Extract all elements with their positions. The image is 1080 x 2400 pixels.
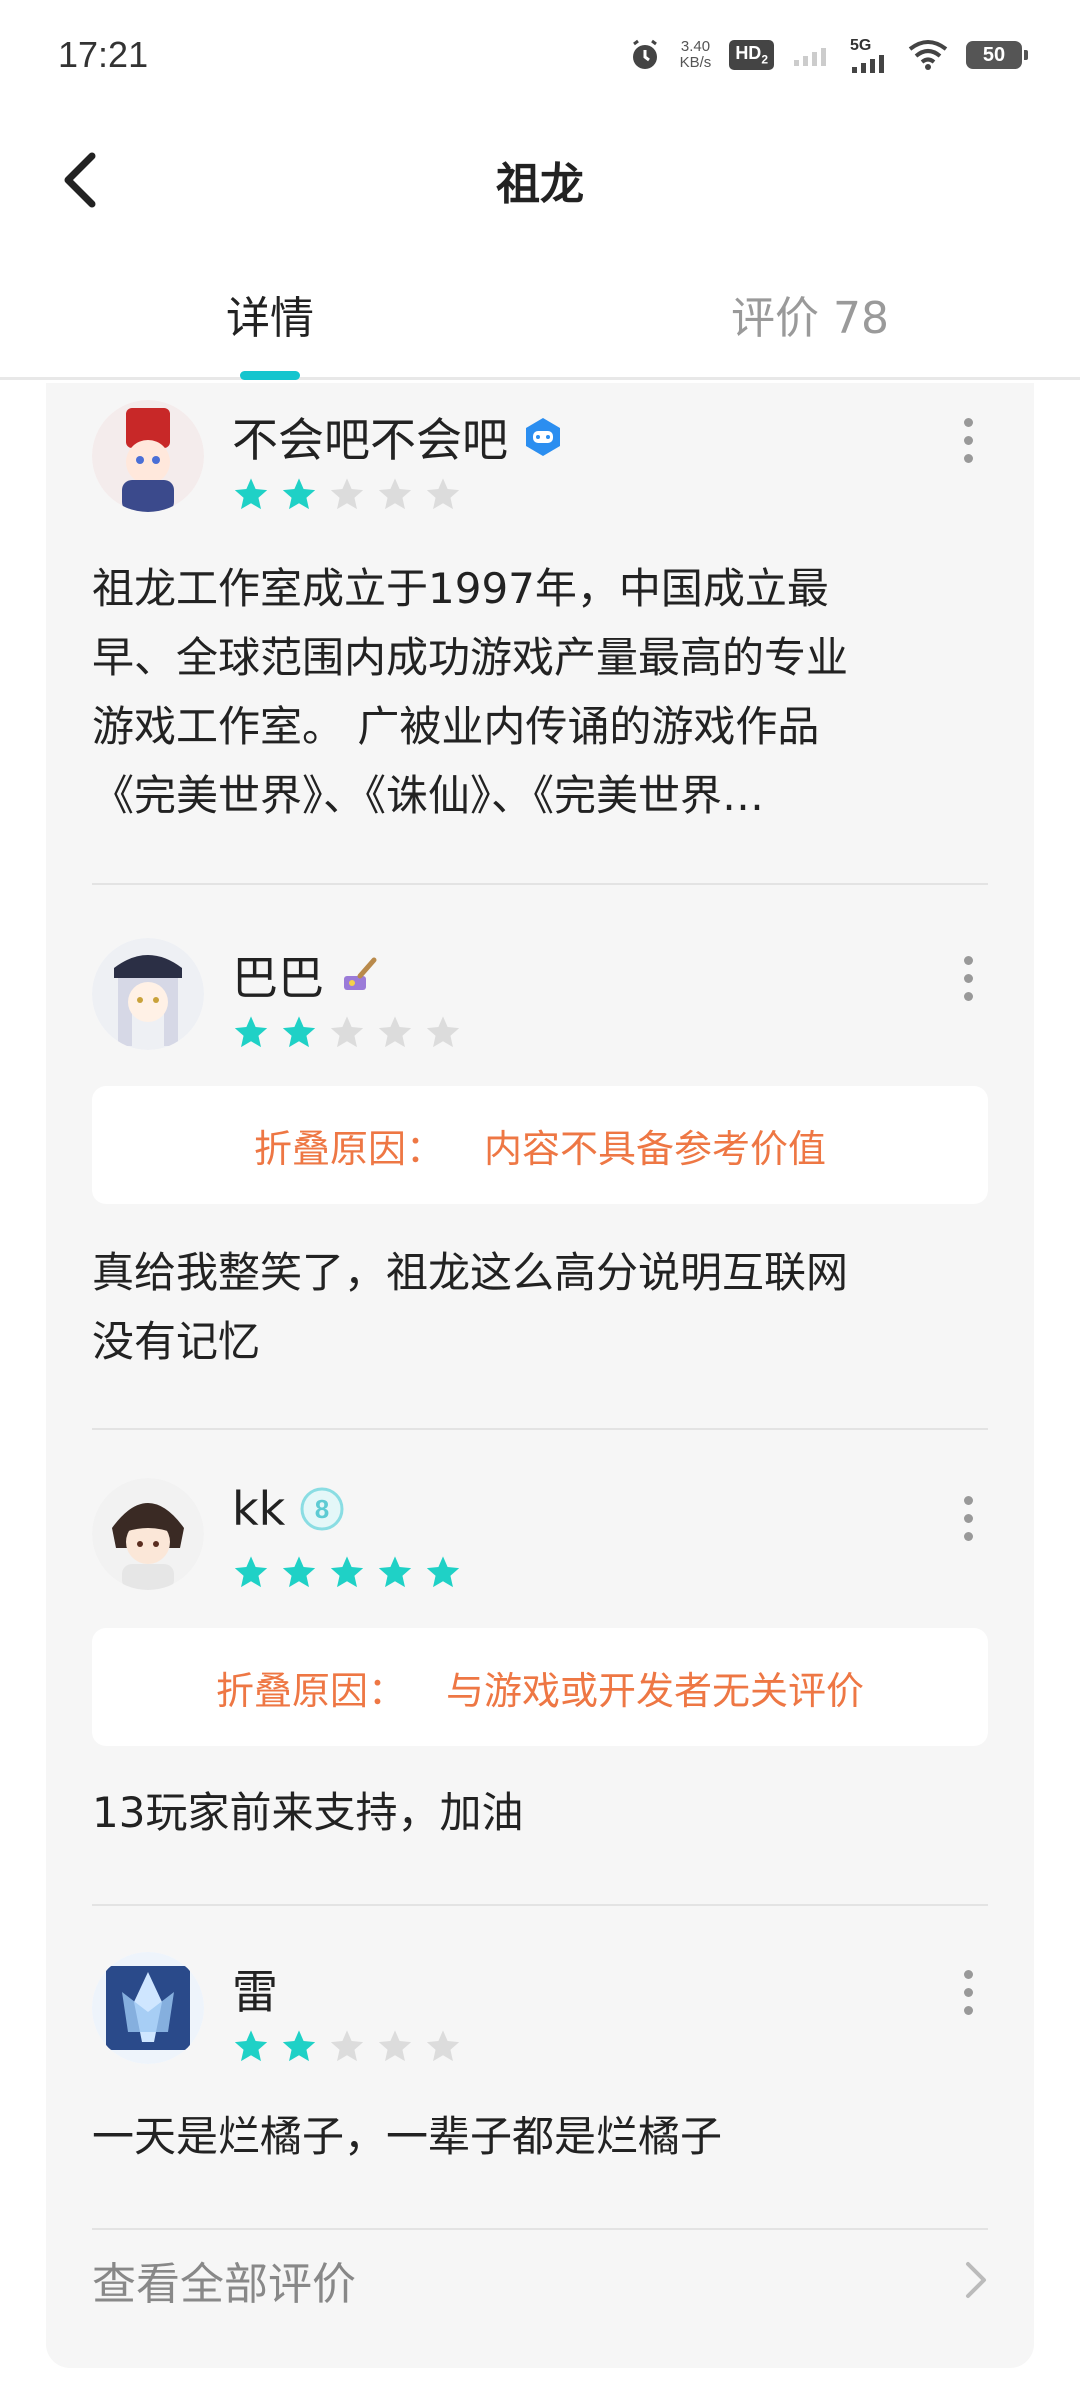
review-text-line: 13玩家前来支持，加油 [92,1788,524,1837]
wifi-icon [908,40,948,70]
star-empty-icon [426,2030,460,2062]
network-label: 5G [850,37,872,54]
username[interactable]: kk 8 [232,1482,345,1536]
star-filled-icon [282,2030,316,2062]
battery-icon: 50 [966,41,1028,69]
fold-label: 折叠原因： [253,1126,444,1171]
star-filled-icon [282,1016,316,1048]
chevron-left-icon [64,152,96,208]
review-text[interactable]: 一天是烂橘子，一辈子都是烂橘子 [92,2102,988,2171]
speed-unit: KB/s [679,54,712,71]
username-text: 不会吧不会吧 [232,413,508,467]
divider [92,883,988,885]
speed-value: 3.40 [680,38,711,55]
tab-active-indicator [240,371,300,380]
review-text[interactable]: 真给我整笑了，祖龙这么高分说明互联网 没有记忆 [92,1238,988,1376]
star-empty-icon [330,2030,364,2062]
review-text-line: 早、全球范围内成功游戏产量最高的专业 [92,633,849,682]
star-empty-icon [378,2030,412,2062]
review-text-line: 祖龙工作室成立于1997年，中国成立最 [92,564,829,613]
star-empty-icon [426,478,460,510]
username[interactable]: 不会吧不会吧 [232,404,564,470]
fold-reason-box[interactable]: 折叠原因： 内容不具备参考价值 [92,1086,988,1204]
tab-details-label: 详情 [226,292,314,344]
view-all-reviews-button[interactable]: 查看全部评价 [92,2230,988,2330]
status-time: 17:21 [58,34,149,75]
signal-strength-icon [852,55,884,73]
avatar[interactable] [92,400,204,512]
rating-stars [232,1554,462,1592]
avatar-image [92,400,204,512]
star-filled-icon [378,1556,412,1588]
username-text: kk [232,1482,286,1536]
star-empty-icon [426,1016,460,1048]
level-badge-text: 8 [315,1494,329,1524]
rating-stars [232,1014,462,1052]
avatar[interactable] [92,938,204,1050]
star-filled-icon [234,1016,268,1048]
review-text-line: 一天是烂橘子，一辈子都是烂橘子 [92,2112,723,2161]
hd-sub: 2 [761,52,768,67]
battery-level: 50 [982,43,1006,66]
star-empty-icon [330,1016,364,1048]
app-header: 祖龙 [0,110,1080,250]
star-filled-icon [234,478,268,510]
review-text-line: 《完美世界》、《诛仙》、《完美世界… [92,771,765,820]
level-8-badge-icon: 8 [300,1487,344,1531]
network-speed: 3.40 KB/s [680,39,712,71]
hd-voice-icon: HD2 [729,40,774,70]
avatar[interactable] [92,1478,204,1590]
star-filled-icon [426,1556,460,1588]
avatar[interactable] [92,1952,204,2064]
star-filled-icon [282,478,316,510]
signal-weak-icon [794,48,826,66]
username[interactable]: 雷 [232,1956,278,2022]
more-options-button[interactable] [948,1488,988,1548]
tab-reviews-label: 评价 78 [731,292,889,344]
rating-stars [232,476,462,514]
star-filled-icon [282,1556,316,1588]
rating-stars [232,2028,462,2066]
status-icons: 3.40 KB/s HD2 5G 50 [628,37,1028,73]
username-text: 巴巴 [232,951,324,1005]
tab-details[interactable]: 详情 [0,250,540,380]
star-empty-icon [378,478,412,510]
fold-reason-box[interactable]: 折叠原因： 与游戏或开发者无关评价 [92,1628,988,1746]
divider [92,1904,988,1906]
avatar-image [92,1478,204,1590]
star-filled-icon [234,2030,268,2062]
chevron-right-icon [966,2262,986,2298]
tab-bar: 详情 评价 78 [0,250,1080,380]
star-empty-icon [378,1016,412,1048]
more-options-button[interactable] [948,410,988,470]
avatar-image [92,1952,204,2064]
username-text: 雷 [232,1965,278,2019]
fold-reason: 与游戏或开发者无关评价 [446,1668,865,1713]
review-text-line: 真给我整笑了，祖龙这么高分说明互联网 [92,1248,849,1297]
fold-label: 折叠原因： [215,1668,406,1713]
status-bar: 17:21 3.40 KB/s HD2 5G 50 [0,0,1080,110]
page-title: 祖龙 [496,159,584,210]
username[interactable]: 巴巴 [232,942,380,1008]
review-text-line: 游戏工作室。 广被业内传诵的游戏作品 [92,702,820,751]
fold-reason: 内容不具备参考价值 [484,1126,827,1171]
alarm-icon [632,39,657,69]
star-filled-icon [234,1556,268,1588]
star-filled-icon [330,1556,364,1588]
review-text-line: 没有记忆 [92,1317,261,1366]
more-options-button[interactable] [948,948,988,1008]
back-button[interactable] [50,150,110,210]
tab-reviews[interactable]: 评价 78 [540,250,1080,377]
avatar-image [92,938,204,1050]
hd-label: HD [735,43,762,64]
brush-badge-icon [344,957,377,990]
star-empty-icon [330,478,364,510]
review-text[interactable]: 祖龙工作室成立于1997年，中国成立最 早、全球范围内成功游戏产量最高的专业 游… [92,554,988,830]
review-text[interactable]: 13玩家前来支持，加油 [92,1778,988,1847]
game-controller-badge-icon [526,418,560,456]
divider [92,1428,988,1430]
more-options-button[interactable] [948,1962,988,2022]
signal-5g: 5G [850,37,890,73]
view-all-label: 查看全部评价 [92,2259,356,2310]
